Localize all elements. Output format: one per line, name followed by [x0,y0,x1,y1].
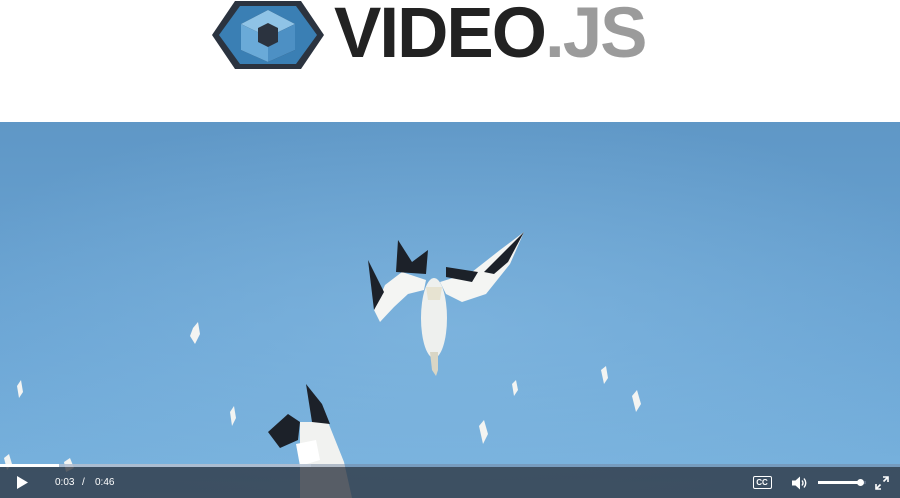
captions-icon: CC [752,476,772,489]
logo-word: VIDEO [334,0,547,73]
video-player[interactable]: 0:03 / 0:46 CC [0,122,900,498]
duration-time: 0:46 [95,477,115,488]
volume-slider[interactable] [818,479,866,486]
videojs-logo: VIDEO.JS [0,0,900,70]
video-frame[interactable] [0,122,900,498]
control-bar: 0:03 / 0:46 CC [0,467,900,498]
captions-button[interactable]: CC [748,467,776,498]
logo-ext: JS [562,0,648,73]
logo-dot: . [544,0,565,73]
current-time: 0:03 [55,477,75,488]
fullscreen-button[interactable] [868,467,896,498]
volume-high-icon [791,476,806,489]
logo-hexagon-icon [211,0,325,70]
logo-wordmark: VIDEO.JS [334,0,648,73]
play-button[interactable] [8,467,36,498]
fullscreen-icon [875,475,889,490]
play-icon [17,476,28,489]
page: VIDEO.JS 0:03 / 0:46 CC [0,0,900,498]
time-divider: / [82,477,85,488]
mute-button[interactable] [786,467,814,498]
volume-level [818,481,862,484]
volume-handle[interactable] [857,479,865,486]
